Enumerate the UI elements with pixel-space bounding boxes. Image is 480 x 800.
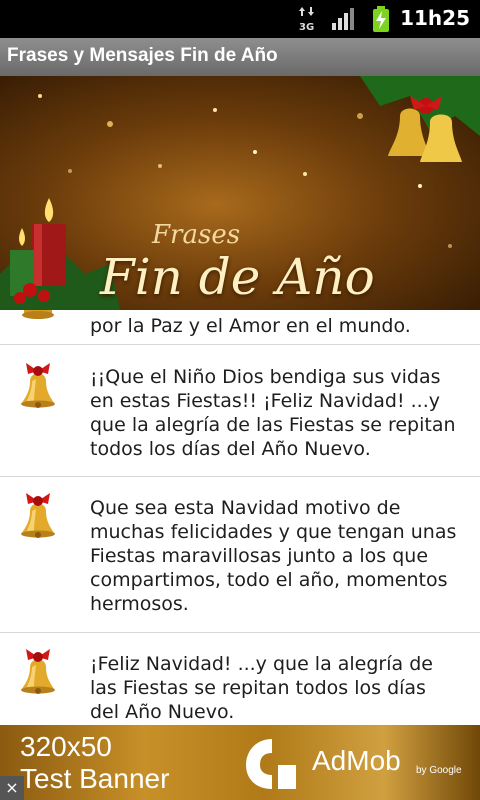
banner-subtitle: Frases (152, 220, 241, 250)
bell-icon (22, 310, 54, 319)
app-title: Frases y Mensajes Fin de Año (7, 45, 278, 66)
ad-test-text: Test Banner (20, 763, 170, 794)
ad-banner[interactable]: 320x50 Test Banner AdMob by Google × (0, 725, 480, 800)
bell-icon (21, 493, 55, 538)
app-title-bar: Frases y Mensajes Fin de Año (0, 38, 480, 76)
signal-icon (332, 8, 354, 30)
network-label: 3G (299, 22, 314, 32)
bell-icon (21, 649, 55, 694)
message-list[interactable]: por la Paz y el Amor en el mundo. ¡¡Que … (0, 310, 480, 725)
header-banner: Frases Fin de Año (0, 76, 480, 310)
network-3g-icon: 3G (299, 7, 314, 32)
clock: 11h25 (400, 6, 470, 30)
list-item[interactable]: por la Paz y el Amor en el mundo. (0, 310, 480, 345)
message-text: por la Paz y el Amor en el mundo. (90, 315, 411, 337)
message-text: ¡Feliz Navidad! ...y que la alegría de l… (90, 653, 433, 723)
banner-title: Fin de Año (100, 248, 375, 306)
list-item[interactable]: ¡¡Que el Niño Dios bendiga sus vidas en … (0, 345, 480, 477)
ad-by-text: by Google (416, 765, 462, 776)
ad-size-text: 320x50 (20, 731, 112, 762)
status-bar: 3G 11h25 (0, 0, 480, 38)
ad-close-button[interactable]: × (0, 776, 24, 800)
admob-logo-icon (246, 739, 296, 789)
battery-charging-icon (373, 6, 389, 32)
bell-icon (21, 363, 55, 408)
list-item[interactable]: ¡Feliz Navidad! ...y que la alegría de l… (0, 633, 480, 725)
message-text: ¡¡Que el Niño Dios bendiga sus vidas en … (90, 366, 456, 460)
bells-decoration (360, 76, 480, 162)
message-text: Que sea esta Navidad motivo de muchas fe… (90, 497, 457, 615)
ad-brand-text: AdMob (312, 745, 401, 776)
list-item[interactable]: Que sea esta Navidad motivo de muchas fe… (0, 477, 480, 633)
